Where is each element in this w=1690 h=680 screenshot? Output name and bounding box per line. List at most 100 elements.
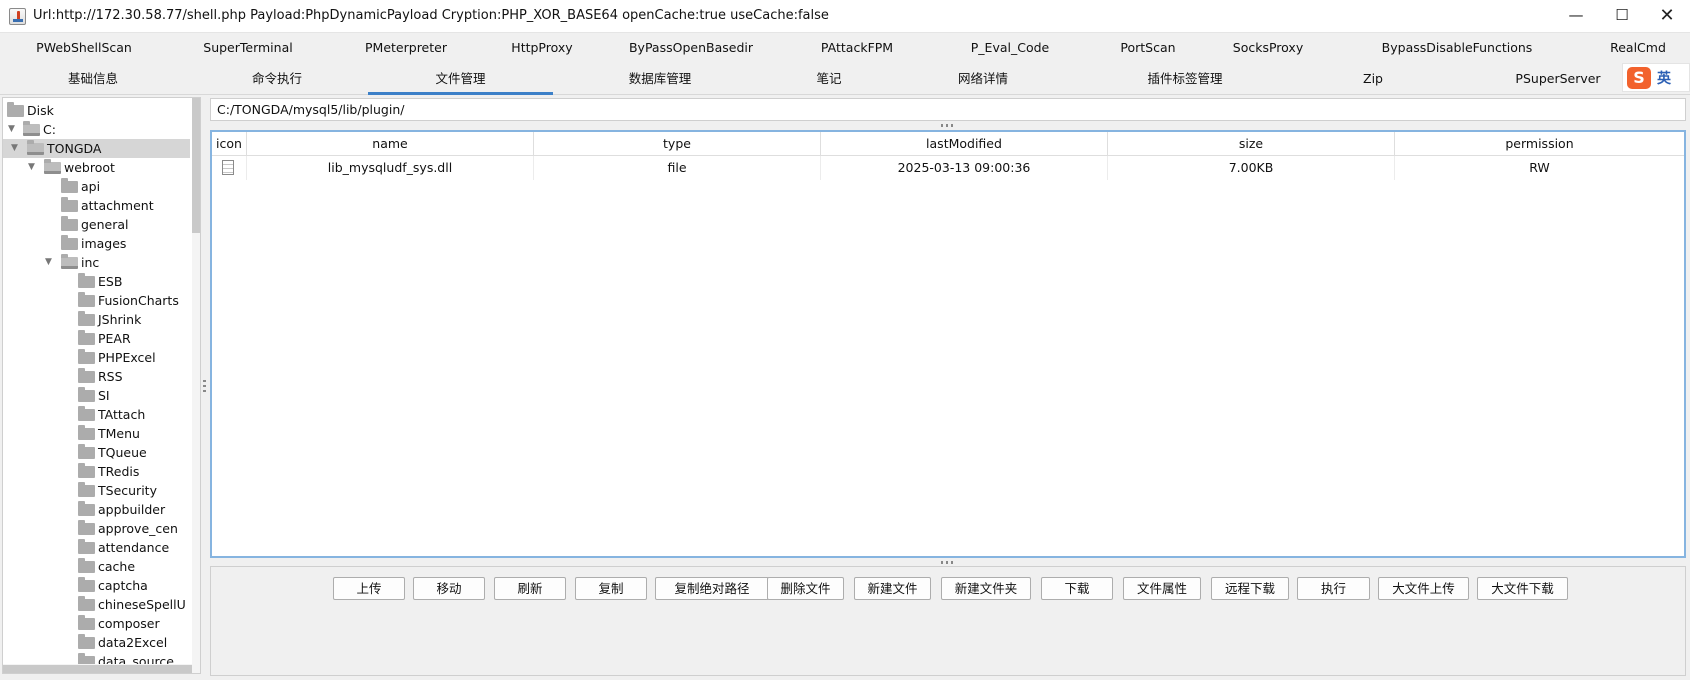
tree-node[interactable]: Disk <box>3 101 190 120</box>
tab-plugin-label-manager[interactable]: 插件标签管理 <box>1075 64 1295 95</box>
move-button[interactable]: 移动 <box>413 577 485 600</box>
tab-pwebshellscan[interactable]: PWebShellScan <box>0 33 168 64</box>
tab-database-manager[interactable]: 数据库管理 <box>553 64 767 95</box>
tab-httpproxy[interactable]: HttpProxy <box>484 33 600 64</box>
file-table[interactable]: icon name type lastModified size permiss… <box>210 130 1686 558</box>
tree-node[interactable]: data2Excel <box>3 633 190 652</box>
tree-node[interactable]: composer <box>3 614 190 633</box>
copy-absolute-path-button[interactable]: 复制绝对路径 <box>655 577 769 600</box>
tree-node[interactable]: cache <box>3 557 190 576</box>
tree-node[interactable]: general <box>3 215 190 234</box>
file-properties-button[interactable]: 文件属性 <box>1123 577 1201 600</box>
upload-button[interactable]: 上传 <box>333 577 405 600</box>
tab-network-details[interactable]: 网络详情 <box>891 64 1075 95</box>
minimize-button[interactable]: — <box>1553 0 1599 32</box>
tree-node[interactable]: ▼ webroot <box>3 158 190 177</box>
folder-icon <box>78 273 95 288</box>
tree-node[interactable]: FusionCharts <box>3 291 190 310</box>
title-bar: Url:http://172.30.58.77/shell.php Payloa… <box>0 0 1690 33</box>
tab-basic-info[interactable]: 基础信息 <box>0 64 186 95</box>
new-folder-button[interactable]: 新建文件夹 <box>941 577 1031 600</box>
tree-node[interactable]: JShrink <box>3 310 190 329</box>
column-header-name[interactable]: name <box>247 132 534 156</box>
close-button[interactable]: ✕ <box>1644 0 1690 32</box>
table-row[interactable]: lib_mysqludf_sys.dll file 2025-03-13 09:… <box>212 156 1684 180</box>
cell-size[interactable]: 7.00KB <box>1108 156 1395 180</box>
tab-zip[interactable]: Zip <box>1295 64 1451 95</box>
tree-node[interactable]: attachment <box>3 196 190 215</box>
expand-arrow-icon[interactable]: ▼ <box>45 253 52 272</box>
expand-arrow-icon[interactable]: ▼ <box>8 120 15 139</box>
execute-button[interactable]: 执行 <box>1297 577 1370 600</box>
column-header-icon[interactable]: icon <box>212 132 247 156</box>
splitter-handle-bottom[interactable] <box>941 561 955 564</box>
tab-p-eval-code[interactable]: P_Eval_Code <box>932 33 1088 64</box>
download-button[interactable]: 下载 <box>1041 577 1113 600</box>
delete-file-button[interactable]: 删除文件 <box>767 577 844 600</box>
tree-node[interactable]: PHPExcel <box>3 348 190 367</box>
tree-node[interactable]: captcha <box>3 576 190 595</box>
cell-type[interactable]: file <box>534 156 821 180</box>
expand-arrow-icon[interactable]: ▼ <box>11 139 18 158</box>
tree-node[interactable]: SI <box>3 386 190 405</box>
column-header-last-modified[interactable]: lastModified <box>821 132 1108 156</box>
new-file-button[interactable]: 新建文件 <box>854 577 931 600</box>
tab-bypassdisablefunctions[interactable]: BypassDisableFunctions <box>1328 33 1586 64</box>
ime-indicator[interactable]: S 英 <box>1622 63 1690 92</box>
cell-permission[interactable]: RW <box>1395 156 1684 180</box>
tree-node-label: captcha <box>98 578 148 593</box>
column-header-type[interactable]: type <box>534 132 821 156</box>
tab-superterminal[interactable]: SuperTerminal <box>168 33 328 64</box>
tab-socksproxy[interactable]: SocksProxy <box>1208 33 1328 64</box>
tree-node[interactable]: ▼ C: <box>3 120 190 139</box>
tree-node[interactable]: ▼ TONGDA <box>3 139 190 158</box>
tree-node[interactable]: images <box>3 234 190 253</box>
folder-open-icon <box>61 254 78 269</box>
column-header-size[interactable]: size <box>1108 132 1395 156</box>
folder-open-icon <box>23 121 40 136</box>
splitter-handle-top[interactable] <box>941 124 955 127</box>
tab-pmeterpreter[interactable]: PMeterpreter <box>328 33 484 64</box>
folder-icon <box>78 368 95 383</box>
tree-node[interactable]: TRedis <box>3 462 190 481</box>
tree-node[interactable]: api <box>3 177 190 196</box>
remote-download-button[interactable]: 远程下载 <box>1211 577 1289 600</box>
folder-icon <box>78 539 95 554</box>
tab-bypassopenbasedir[interactable]: ByPassOpenBasedir <box>600 33 782 64</box>
cell-last-modified[interactable]: 2025-03-13 09:00:36 <box>821 156 1108 180</box>
tab-portscan[interactable]: PortScan <box>1088 33 1208 64</box>
tree-node[interactable]: TAttach <box>3 405 190 424</box>
tree-node[interactable]: appbuilder <box>3 500 190 519</box>
tree-node[interactable]: TMenu <box>3 424 190 443</box>
large-file-upload-button[interactable]: 大文件上传 <box>1378 577 1469 600</box>
vertical-splitter-handle[interactable] <box>203 380 206 394</box>
tab-pattackfpm[interactable]: PAttackFPM <box>782 33 932 64</box>
tree-node[interactable]: TQueue <box>3 443 190 462</box>
copy-button[interactable]: 复制 <box>575 577 647 600</box>
tree-node[interactable]: chineseSpellU <box>3 595 190 614</box>
tab-command-exec[interactable]: 命令执行 <box>186 64 368 95</box>
tree-node[interactable]: ▼ inc <box>3 253 190 272</box>
refresh-button[interactable]: 刷新 <box>494 577 566 600</box>
file-actions-panel: 上传 移动 刷新 复制 复制绝对路径 删除文件 新建文件 新建文件夹 下载 文件… <box>210 566 1686 676</box>
tab-notes[interactable]: 笔记 <box>767 64 891 95</box>
tree-horizontal-scroll-thumb[interactable] <box>3 665 192 673</box>
tree-node[interactable]: RSS <box>3 367 190 386</box>
cell-name[interactable]: lib_mysqludf_sys.dll <box>247 156 534 180</box>
tree-node-label: RSS <box>98 369 123 384</box>
tree-node[interactable]: ESB <box>3 272 190 291</box>
column-header-permission[interactable]: permission <box>1395 132 1684 156</box>
directory-tree[interactable]: Disk ▼ C: ▼ TONGDA ▼ webroot api attachment gener… <box>2 97 201 674</box>
maximize-button[interactable]: ☐ <box>1599 0 1645 32</box>
tree-node[interactable]: attendance <box>3 538 190 557</box>
tree-node-label: ESB <box>98 274 123 289</box>
tree-node[interactable]: PEAR <box>3 329 190 348</box>
path-input[interactable]: C:/TONGDA/mysql5/lib/plugin/ <box>210 98 1686 121</box>
tree-scroll-thumb[interactable] <box>192 98 200 233</box>
large-file-download-button[interactable]: 大文件下载 <box>1477 577 1568 600</box>
tab-realcmd[interactable]: RealCmd <box>1586 33 1690 64</box>
expand-arrow-icon[interactable]: ▼ <box>28 158 35 177</box>
tree-node[interactable]: approve_cen <box>3 519 190 538</box>
tree-node[interactable]: TSecurity <box>3 481 190 500</box>
tab-file-manager[interactable]: 文件管理 <box>368 64 553 95</box>
